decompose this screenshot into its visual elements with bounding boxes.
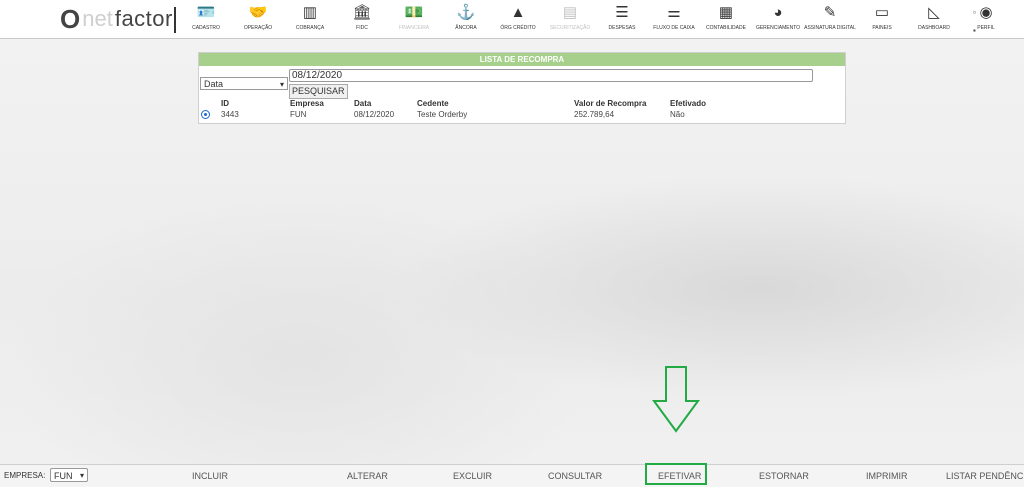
netfactor-logo: O net factor: [60, 3, 173, 34]
id-card-icon: 🪪: [196, 4, 216, 21]
monitor-icon: ▭: [874, 4, 890, 21]
sliders-icon: ⚌: [667, 4, 681, 21]
alterar-button[interactable]: ALTERAR: [347, 471, 388, 481]
row-select-radio[interactable]: [201, 110, 210, 119]
anchor-icon: ⚓: [456, 4, 476, 21]
date-input[interactable]: 08/12/2020: [289, 69, 813, 82]
cell-data: 08/12/2020: [354, 110, 395, 119]
menu-item--ncora[interactable]: ⚓ ÂNCORA: [440, 4, 492, 31]
menu-item-label: FINANCEIRA: [398, 25, 430, 31]
pen-icon: ✎: [823, 4, 837, 21]
menu-item-label: ÓRG CRÉDITO: [500, 25, 536, 31]
menu-item-assinatura-digital[interactable]: ✎ ASSINATURA DIGITAL: [804, 4, 856, 31]
menu-item-label: FLUXO DE CAIXA: [653, 25, 695, 31]
menu-item-label: DASHBOARD: [918, 25, 950, 31]
money-icon: 💵: [404, 4, 424, 21]
expand-icon[interactable]: ▫: [973, 8, 976, 17]
search-button[interactable]: PESQUISAR: [289, 84, 348, 99]
menu-item-perfil[interactable]: ◉ PERFIL: [960, 4, 1012, 31]
bank-icon: 🏛: [352, 4, 372, 21]
calculator-icon: ▦: [718, 4, 734, 21]
menu-item-label: FIDC: [356, 25, 368, 31]
chevron-down-icon: ▾: [79, 471, 84, 480]
consultar-button[interactable]: CONSULTAR: [548, 471, 602, 481]
user-icon: ◉: [979, 4, 993, 21]
collapse-icon[interactable]: ▪: [973, 26, 976, 35]
menu-item-dashboard[interactable]: ◺ DASHBOARD: [908, 4, 960, 31]
area-chart-icon: ◺: [928, 4, 940, 21]
menu-item-label: GERENCIAMENTO: [755, 25, 801, 31]
incluir-button[interactable]: INCLUIR: [192, 471, 228, 481]
cell-id: 3443: [221, 110, 239, 119]
menu-item-label: CADASTRO: [192, 25, 220, 31]
col-header-valor: Valor de Recompra: [574, 99, 647, 108]
menu-item-label: COBRANÇA: [295, 25, 325, 31]
col-header-data: Data: [354, 99, 372, 108]
excluir-button[interactable]: EXCLUIR: [453, 471, 492, 481]
cell-efetivado: Não: [670, 110, 685, 119]
main-menu: 🪪 CADASTRO 🤝 OPERAÇÃO ▥ COBRANÇA 🏛 FIDC 💵 FINANCE…: [180, 4, 1012, 31]
menu-item-label: PERFIL: [977, 25, 995, 31]
menu-item-contabilidade[interactable]: ▦ CONTABILIDADE: [700, 4, 752, 31]
list-icon: ☰: [615, 4, 629, 21]
menu-item-despesas[interactable]: ☰ DESPESAS: [596, 4, 648, 31]
top-navigation-bar: O net factor 🪪 CADASTRO 🤝 OPERAÇÃO ▥ COBRANÇA…: [0, 0, 1024, 39]
chevron-down-icon: ▾: [279, 80, 284, 89]
menu-item-gerenciamento[interactable]: ◕ GERENCIAMENTO: [752, 4, 804, 31]
col-header-efetivado: Efetivado: [670, 99, 707, 108]
col-header-empresa: Empresa: [290, 99, 324, 108]
bottom-action-bar: EMPRESA: FUN ▾ INCLUIR ALTERAR EXCLUIR C…: [0, 463, 1024, 487]
menu-item-cobran-a[interactable]: ▥ COBRANÇA: [284, 4, 336, 31]
menu-item-cadastro[interactable]: 🪪 CADASTRO: [180, 4, 232, 31]
empresa-label: EMPRESA:: [4, 471, 46, 480]
menu-item-fidc[interactable]: 🏛 FIDC: [336, 4, 388, 31]
menu-item-securitiza-o[interactable]: ▤ SECURITIZAÇÃO: [544, 4, 596, 31]
imprimir-button[interactable]: IMPRIMIR: [866, 471, 908, 481]
menu-item-financeira[interactable]: 💵 FINANCEIRA: [388, 4, 440, 31]
empresa-select[interactable]: FUN ▾: [50, 468, 88, 482]
menu-item-label: OPERAÇÃO: [243, 25, 273, 31]
panel-title: LISTA DE RECOMPRA: [199, 53, 845, 66]
filter-select[interactable]: Data ▾: [200, 77, 288, 90]
menu-item-label: ÂNCORA: [455, 25, 477, 31]
listar-pendencia-button[interactable]: LISTAR PENDÊNCIA: [946, 471, 1024, 481]
down-arrow-annotation-icon: [652, 366, 700, 433]
warning-icon: ▲: [510, 4, 526, 21]
col-header-id: ID: [221, 99, 229, 108]
logo-divider: [174, 7, 176, 33]
handshake-icon: 🤝: [248, 4, 268, 21]
efetivar-button[interactable]: EFETIVAR: [658, 471, 701, 481]
estornar-button[interactable]: ESTORNAR: [759, 471, 809, 481]
barcode-icon: ▥: [302, 4, 318, 21]
menu-item-fluxo-de-caixa[interactable]: ⚌ FLUXO DE CAIXA: [648, 4, 700, 31]
menu-item-paineis[interactable]: ▭ PAINEIS: [856, 4, 908, 31]
menu-item-label: PAINEIS: [872, 25, 892, 31]
menu-item-label: ASSINATURA DIGITAL: [804, 25, 856, 31]
menu-item-opera-o[interactable]: 🤝 OPERAÇÃO: [232, 4, 284, 31]
col-header-cedente: Cedente: [417, 99, 449, 108]
menu-item-label: SECURITIZAÇÃO: [549, 25, 591, 31]
menu-item-label: DESPESAS: [608, 25, 636, 31]
document-icon: ▤: [562, 4, 578, 21]
cell-cedente: Teste Orderby: [417, 110, 468, 119]
cell-empresa: FUN: [290, 110, 307, 119]
menu-item-label: CONTABILIDADE: [706, 25, 746, 31]
pie-chart-icon: ◕: [773, 4, 783, 21]
menu-item--rg-cr-dito[interactable]: ▲ ÓRG CRÉDITO: [492, 4, 544, 31]
cell-valor: 252.789,64: [574, 110, 615, 119]
recompra-list-panel: LISTA DE RECOMPRA Data ▾ 08/12/2020 PESQ…: [198, 52, 846, 124]
